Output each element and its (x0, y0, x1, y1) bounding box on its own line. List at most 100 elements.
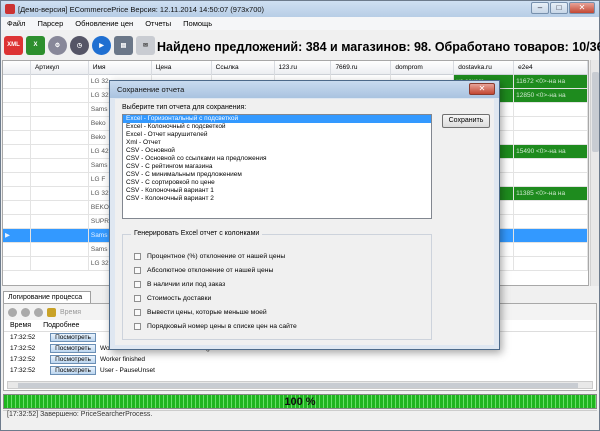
stop-icon[interactable] (21, 307, 30, 317)
table-cell (31, 103, 89, 116)
view-details-button[interactable]: Посмотреть (50, 333, 96, 342)
report-option[interactable]: Excel - Отчет нарушителей (123, 131, 431, 139)
checkbox-label: Вывести цены, которые меньше моей (147, 309, 267, 316)
cell-e2e4: 15490 <0>-на на (514, 145, 588, 158)
report-option[interactable]: CSV - Основной со ссылками на предложени… (123, 155, 431, 163)
col-header-e2e4[interactable]: e2e4 (514, 61, 588, 75)
log-col-details: Подробнее (43, 322, 80, 329)
progress-label: 100 % (284, 396, 316, 408)
mail-icon[interactable]: ✉ (136, 35, 155, 55)
grid-vertical-scrollbar[interactable] (590, 60, 599, 286)
dialog-close-button[interactable]: ✕ (469, 83, 495, 95)
log-filter-label: Время (60, 308, 82, 316)
grid-header: Артикул Имя Цена Ссылка 123.ru 7669.ru d… (3, 61, 588, 75)
status-bar: [17:32:52] Завершено: PriceSearcherProce… (3, 410, 597, 422)
chart-icon[interactable]: ▤ (114, 35, 133, 55)
checkbox-box[interactable] (134, 267, 141, 274)
dialog-title-bar: Сохранение отчета ✕ (110, 81, 499, 98)
maximize-button[interactable]: □ (550, 2, 568, 14)
report-option[interactable]: Excel - Колоночный с подсветкой (123, 123, 431, 131)
column-checkbox[interactable]: В наличии или под заказ (134, 281, 225, 288)
table-cell (31, 257, 89, 270)
table-cell (31, 89, 89, 102)
pause-icon[interactable] (34, 307, 43, 317)
stats-text: Найдено предложений: 384 и магазинов: 98… (157, 40, 600, 54)
checkbox-box[interactable] (134, 281, 141, 288)
report-option[interactable]: CSV - Основной (123, 147, 431, 155)
col-header-domprom[interactable]: domprom (391, 61, 455, 75)
col-header-article[interactable]: Артикул (31, 61, 89, 75)
column-checkbox[interactable]: Процентное (%) отклонение от нашей цены (134, 253, 285, 260)
menu-parser[interactable]: Парсер (31, 19, 69, 28)
minimize-button[interactable]: – (531, 2, 549, 14)
checkbox-box[interactable] (134, 295, 141, 302)
save-report-dialog: Сохранение отчета ✕ Выберите тип отчета … (109, 80, 500, 350)
cell-e2e4: 12850 <0>-на на (514, 89, 588, 102)
column-checkbox[interactable]: Стоимость доставки (134, 295, 211, 302)
col-header-price[interactable]: Цена (152, 61, 212, 75)
menu-price-update[interactable]: Обновление цен (69, 19, 139, 28)
group-title: Генерировать Excel отчет с колонками (131, 230, 263, 237)
report-option[interactable]: CSV - Колоночный вариант 2 (123, 195, 431, 203)
report-type-list[interactable]: Excel - Горизонтальный с подсветкой Excel… (122, 114, 432, 219)
row-indicator (3, 257, 31, 270)
column-checkbox[interactable]: Абсолютное отклонение от нашей цены (134, 267, 273, 274)
row-indicator (3, 131, 31, 144)
menu-file[interactable]: Файл (1, 19, 31, 28)
log-message: User - PauseUnset (100, 367, 155, 374)
report-option[interactable]: Xml - Отчет (123, 139, 431, 147)
report-option[interactable]: CSV - С минимальным предложением (123, 171, 431, 179)
col-header-7669ru[interactable]: 7669.ru (331, 61, 392, 75)
report-type-label: Выберите тип отчета для сохранения: (122, 104, 247, 111)
cell-e2e4 (514, 131, 588, 144)
checkbox-box[interactable] (134, 323, 141, 330)
view-details-button[interactable]: Посмотреть (50, 366, 96, 375)
table-cell (31, 159, 89, 172)
checkbox-box[interactable] (134, 253, 141, 260)
menu-reports[interactable]: Отчеты (139, 19, 177, 28)
cell-e2e4 (514, 215, 588, 228)
col-header-name[interactable]: Имя (89, 61, 152, 75)
row-indicator (3, 243, 31, 256)
log-time: 17:32:52 (10, 367, 36, 374)
table-cell (31, 243, 89, 256)
checkbox-label: Абсолютное отклонение от нашей цены (147, 267, 274, 274)
menu-help[interactable]: Помощь (177, 19, 218, 28)
table-cell (31, 131, 89, 144)
save-button[interactable]: Сохранить (442, 114, 490, 128)
view-details-button[interactable]: Посмотреть (50, 344, 96, 353)
col-header-dostavka[interactable]: dostavka.ru (454, 61, 515, 75)
close-button[interactable]: ✕ (569, 2, 595, 14)
menu-bar: Файл Парсер Обновление цен Отчеты Помощь (1, 17, 599, 30)
log-horizontal-scrollbar[interactable] (7, 381, 593, 389)
arrow-right-icon[interactable] (8, 307, 17, 317)
folder-icon[interactable] (47, 307, 56, 317)
dialog-title: Сохранение отчета (117, 85, 185, 94)
report-option[interactable]: CSV - С рейтингом магазина (123, 163, 431, 171)
checkbox-box[interactable] (134, 309, 141, 316)
log-message: Worker finished (100, 356, 146, 363)
column-checkbox[interactable]: Порядковый номер цены в списке цен на са… (134, 323, 297, 330)
excel-columns-group: Генерировать Excel отчет с колонками Про… (122, 230, 432, 340)
settings-gear-icon[interactable]: ⚙ (48, 35, 67, 55)
column-checkbox[interactable]: Вывести цены, которые меньше моей (134, 309, 267, 316)
report-option[interactable]: Excel - Горизонтальный с подсветкой (123, 115, 431, 123)
play-icon[interactable]: ▶ (92, 35, 111, 55)
cell-e2e4 (514, 243, 588, 256)
report-option[interactable]: CSV - С сортировкой по цене (123, 179, 431, 187)
cell-e2e4 (514, 103, 588, 116)
cell-e2e4: 11385 <0>-на на (514, 187, 588, 200)
log-col-time: Время (10, 322, 32, 329)
excel-icon[interactable]: X (26, 35, 45, 55)
xml-icon[interactable]: XML (4, 35, 23, 55)
dialog-body: Выберите тип отчета для сохранения: Exce… (115, 99, 494, 345)
col-header-link[interactable]: Ссылка (212, 61, 275, 75)
checkbox-label: В наличии или под заказ (147, 281, 226, 288)
col-header-123ru[interactable]: 123.ru (275, 61, 332, 75)
window-title: [Демо-версия] ECommercePrice Версия: 12.… (18, 4, 265, 14)
log-row: 17:32:52 Посмотреть User - PauseUnset (4, 365, 596, 376)
clock-icon[interactable]: ◷ (70, 35, 89, 55)
report-option[interactable]: CSV - Колоночный вариант 1 (123, 187, 431, 195)
view-details-button[interactable]: Посмотреть (50, 355, 96, 364)
table-cell (31, 215, 89, 228)
